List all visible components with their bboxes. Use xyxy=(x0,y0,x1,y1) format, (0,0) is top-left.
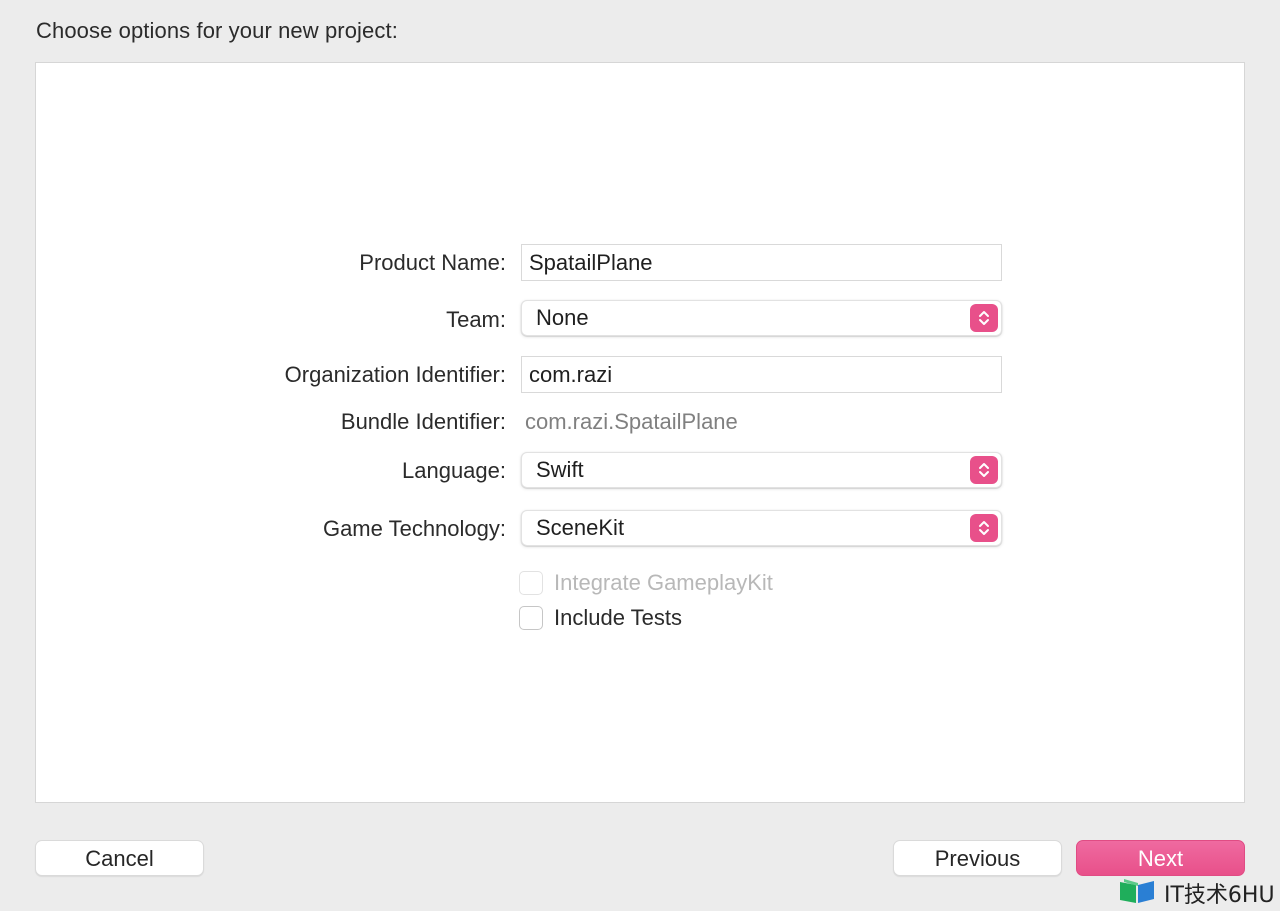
book-icon xyxy=(1118,877,1158,910)
chevron-up-down-icon xyxy=(970,456,998,484)
team-label: Team: xyxy=(446,307,506,332)
language-label: Language: xyxy=(402,458,506,483)
cancel-button[interactable]: Cancel xyxy=(35,840,204,876)
watermark-text: IT技术6HU xyxy=(1164,883,1275,908)
game-technology-label: Game Technology: xyxy=(322,516,506,541)
previous-button[interactable]: Previous xyxy=(893,840,1062,876)
organization-identifier-label: Organization Identifier: xyxy=(284,362,506,387)
language-row: Language: Swift xyxy=(36,451,1246,491)
options-panel: Product Name: SpatailPlane Team: None Or… xyxy=(35,62,1245,803)
organization-identifier-row: Organization Identifier: com.razi xyxy=(36,355,1246,395)
bundle-identifier-row: Bundle Identifier: com.razi.SpatailPlane xyxy=(36,402,1246,442)
new-project-options-sheet: Choose options for your new project: Pro… xyxy=(0,0,1280,911)
watermark: IT技术6HU xyxy=(1118,878,1275,908)
next-button[interactable]: Next xyxy=(1076,840,1245,876)
chevron-up-down-icon xyxy=(970,514,998,542)
dialog-title: Choose options for your new project: xyxy=(36,18,398,43)
product-name-label: Product Name: xyxy=(359,250,506,275)
language-popup[interactable]: Swift xyxy=(521,452,1002,488)
bundle-identifier-label: Bundle Identifier: xyxy=(340,409,506,434)
product-name-field[interactable]: SpatailPlane xyxy=(521,244,1002,281)
integrate-gameplaykit-label: Integrate GameplayKit xyxy=(554,570,773,595)
game-technology-value: SceneKit xyxy=(536,515,625,540)
organization-identifier-field[interactable]: com.razi xyxy=(521,356,1002,393)
language-value: Swift xyxy=(536,457,584,482)
include-tests-label[interactable]: Include Tests xyxy=(554,603,682,633)
team-value: None xyxy=(536,305,589,330)
bundle-identifier-value: com.razi.SpatailPlane xyxy=(525,409,738,434)
product-name-row: Product Name: SpatailPlane xyxy=(36,243,1246,283)
game-technology-row: Game Technology: SceneKit xyxy=(36,509,1246,549)
integrate-gameplaykit-checkbox xyxy=(519,571,543,595)
chevron-up-down-icon xyxy=(970,304,998,332)
team-popup[interactable]: None xyxy=(521,300,1002,336)
include-tests-checkbox[interactable] xyxy=(519,606,543,630)
game-technology-popup[interactable]: SceneKit xyxy=(521,510,1002,546)
team-row: Team: None xyxy=(36,300,1246,340)
